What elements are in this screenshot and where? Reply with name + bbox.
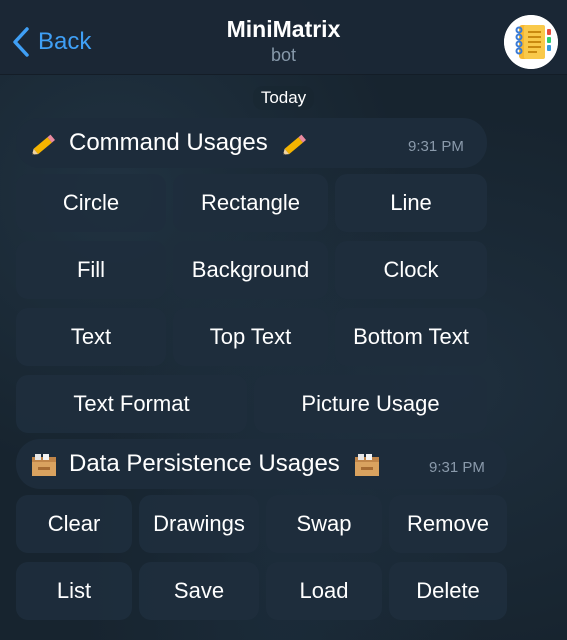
- keyboard-button-text-format[interactable]: Text Format: [16, 375, 247, 433]
- keyboard-button-text[interactable]: Text: [16, 308, 166, 366]
- keyboard-button-drawings[interactable]: Drawings: [139, 495, 259, 553]
- pencil-icon: [32, 134, 55, 155]
- message-text-data-persistence: Data Persistence Usages: [69, 450, 340, 477]
- keyboard-button-load[interactable]: Load: [266, 562, 382, 620]
- keyboard-button-line[interactable]: Line: [335, 174, 487, 232]
- bot-avatar[interactable]: [504, 15, 558, 69]
- message-bubble-data-persistence[interactable]: Data Persistence Usages 9:31 PM: [16, 439, 507, 489]
- keyboard-button-clock[interactable]: Clock: [335, 241, 487, 299]
- message-text-commands: Command Usages: [69, 129, 268, 156]
- keyboard-button-remove[interactable]: Remove: [389, 495, 507, 553]
- chat-header: Back MiniMatrix bot: [0, 0, 567, 75]
- chat-subtitle: bot: [270, 45, 297, 65]
- keyboard-button-fill[interactable]: Fill: [16, 241, 166, 299]
- keyboard-button-save[interactable]: Save: [139, 562, 259, 620]
- chat-title[interactable]: MiniMatrix: [0, 16, 567, 43]
- keyboard-button-top-text[interactable]: Top Text: [173, 308, 328, 366]
- pencil-icon: [283, 134, 306, 155]
- keyboard-button-background[interactable]: Background: [173, 241, 328, 299]
- keyboard-button-clear[interactable]: Clear: [16, 495, 132, 553]
- notebook-icon: [504, 15, 558, 69]
- keyboard-button-list[interactable]: List: [16, 562, 132, 620]
- keyboard-button-rectangle[interactable]: Rectangle: [173, 174, 328, 232]
- keyboard-button-bottom-text[interactable]: Bottom Text: [335, 308, 487, 366]
- keyboard-button-delete[interactable]: Delete: [389, 562, 507, 620]
- message-bubble-commands[interactable]: Command Usages 9:31 PM: [16, 118, 487, 168]
- date-label: Today: [252, 86, 315, 110]
- keyboard-button-swap[interactable]: Swap: [266, 495, 382, 553]
- card-box-icon: [32, 454, 56, 476]
- message-time: 9:31 PM: [408, 138, 464, 155]
- message-time: 9:31 PM: [429, 459, 485, 476]
- date-separator: Today: [0, 86, 567, 110]
- card-box-icon: [355, 454, 379, 476]
- keyboard-button-picture-usage[interactable]: Picture Usage: [254, 375, 487, 433]
- keyboard-button-circle[interactable]: Circle: [16, 174, 166, 232]
